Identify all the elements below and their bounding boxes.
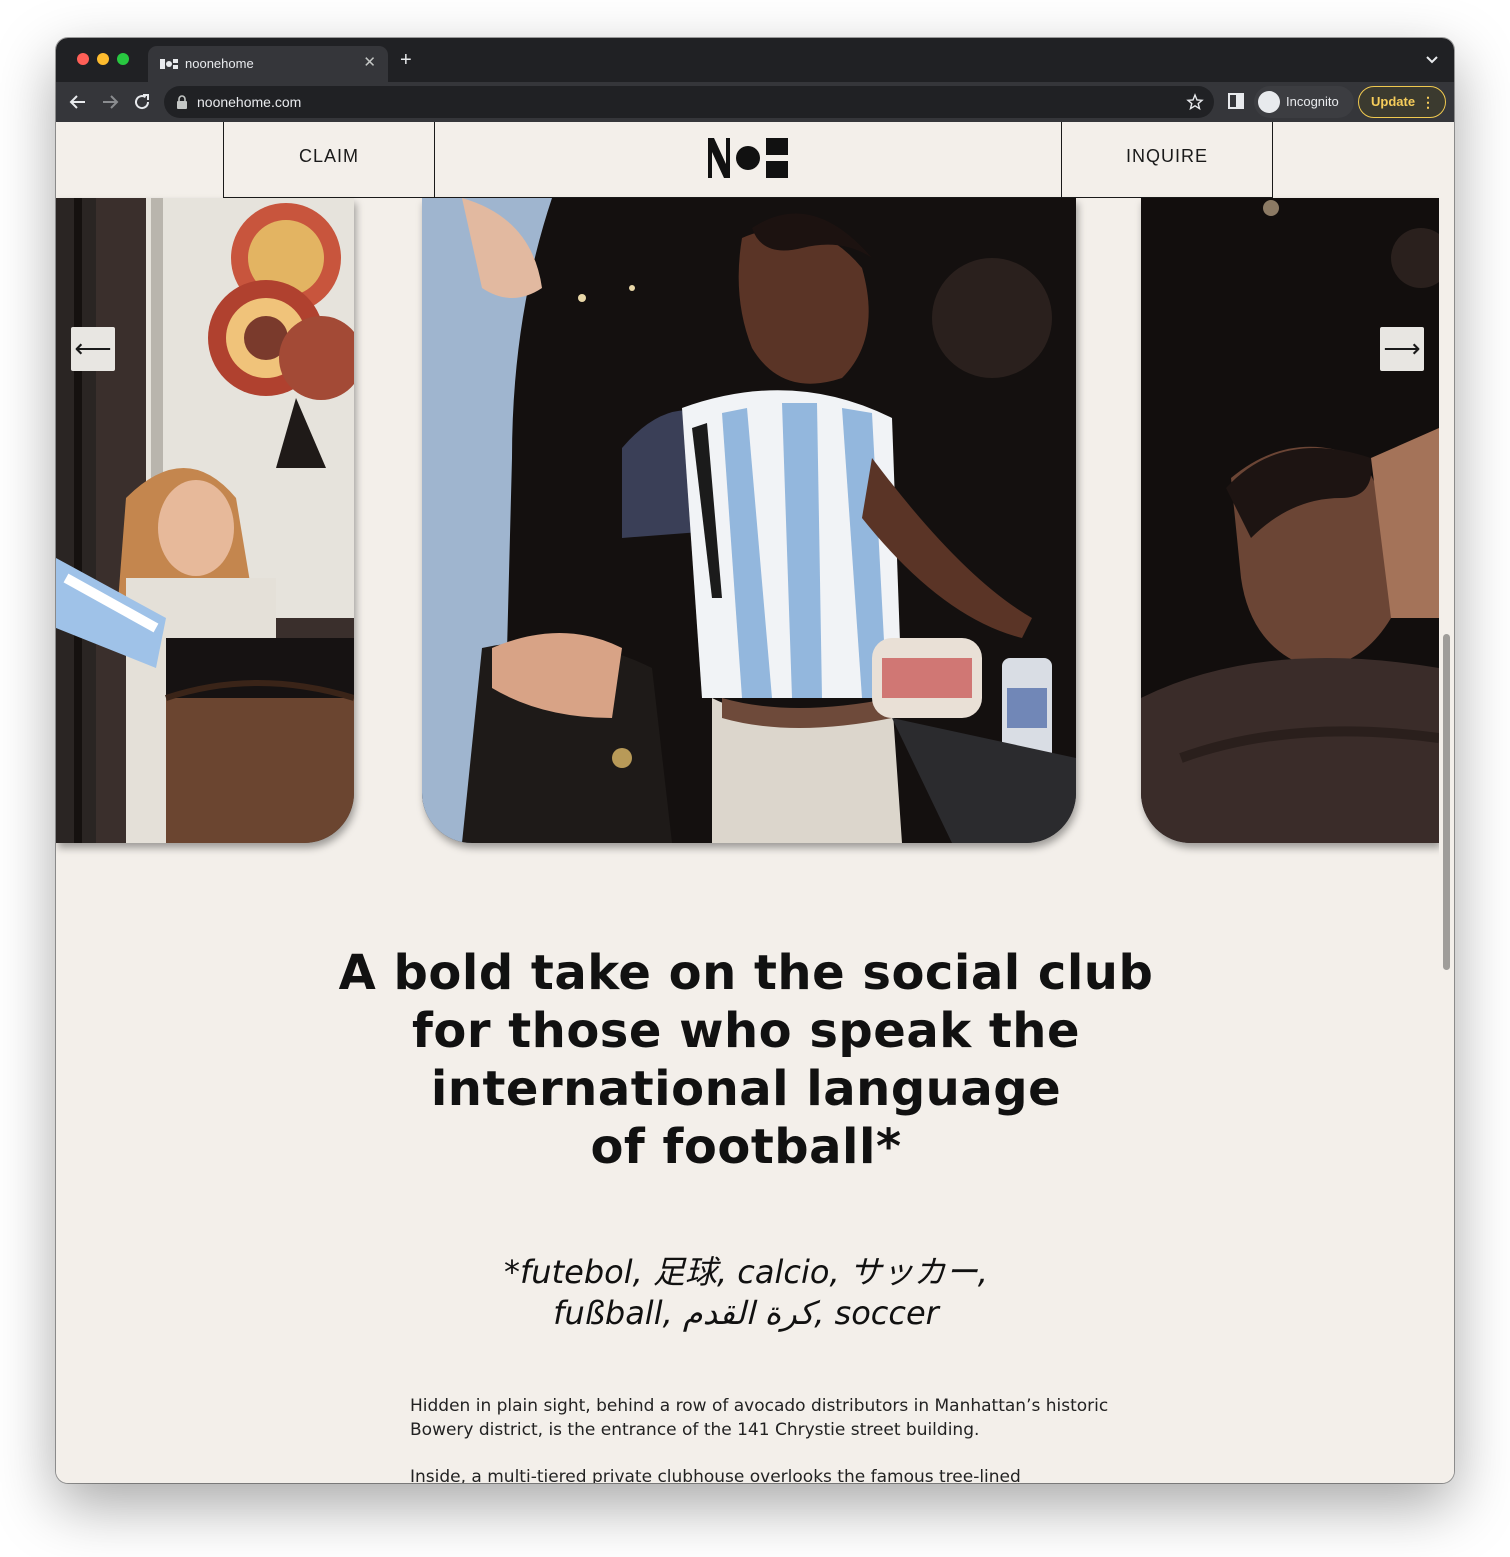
photo-laughing-woman — [56, 198, 354, 843]
body-paragraph: Hidden in plain sight, behind a row of a… — [410, 1396, 1109, 1440]
page-scrollbar[interactable] — [1439, 122, 1454, 1483]
more-menu-icon[interactable]: ⋮ — [1421, 94, 1435, 110]
headline-line: international language — [430, 1061, 1062, 1117]
nav-claim-label[interactable]: CLAIM — [224, 146, 434, 167]
carousel-prev-button[interactable]: ⟵ — [71, 327, 115, 371]
url-text[interactable]: noonehome.com — [197, 94, 301, 110]
tab-search-chevron-icon[interactable] — [1424, 51, 1440, 67]
headline-line: for those who speak the — [411, 1003, 1081, 1059]
browser-tab-active[interactable]: noonehome ✕ — [148, 46, 388, 82]
nav-inquire[interactable]: INQUIRE — [1061, 122, 1273, 198]
body-paragraph: Inside, a multi-tiered private clubhouse… — [410, 1467, 1021, 1483]
site-header: CLAIM INQUIRE — [56, 122, 1439, 198]
side-panel-icon[interactable] — [1228, 93, 1244, 109]
browser-toolbar: noonehome.com Incognito Update ⋮ — [56, 82, 1454, 122]
site-favicon-icon — [160, 59, 178, 69]
carousel-slide-previous[interactable] — [56, 198, 354, 843]
noonehome-logo[interactable] — [708, 138, 788, 178]
back-arrow-icon[interactable] — [66, 90, 90, 114]
address-bar[interactable]: noonehome.com — [164, 86, 1214, 118]
bookmark-star-icon[interactable] — [1186, 93, 1204, 111]
forward-arrow-icon[interactable] — [98, 90, 122, 114]
photo-man-from-behind — [1141, 198, 1439, 843]
headline-line: A bold take on the social club — [338, 945, 1154, 1001]
photo-jersey-woman — [422, 198, 1076, 843]
maximize-window-button[interactable] — [117, 53, 129, 65]
incognito-profile-button[interactable]: Incognito — [1254, 86, 1354, 118]
close-window-button[interactable] — [77, 53, 89, 65]
browser-window: noonehome ✕ + noonehome.com Incognito Up… — [56, 38, 1454, 1483]
football-translations: *futebol, 足球, calcio, サッカー, fußball, كرة… — [396, 1252, 1096, 1334]
incognito-icon — [1258, 91, 1280, 113]
update-button[interactable]: Update ⋮ — [1358, 86, 1446, 118]
carousel-next-button[interactable]: ⟶ — [1380, 327, 1424, 371]
photo-carousel: ⟵ ⟶ — [56, 198, 1439, 848]
web-page: CLAIM INQUIRE ⟵ ⟶ A bold take on the soc… — [56, 122, 1439, 1483]
intro-body-copy: Hidden in plain sight, behind a row of a… — [410, 1394, 1110, 1483]
footnote-line: fußball, كرة القدم, soccer — [553, 1294, 939, 1332]
scrollbar-thumb[interactable] — [1443, 634, 1450, 970]
reload-icon[interactable] — [130, 90, 154, 114]
tab-close-icon[interactable]: ✕ — [363, 54, 376, 72]
lock-icon[interactable] — [176, 95, 188, 109]
logo-cell — [434, 122, 1062, 198]
minimize-window-button[interactable] — [97, 53, 109, 65]
nav-inquire-label[interactable]: INQUIRE — [1062, 146, 1272, 167]
browser-titlebar: noonehome ✕ + — [56, 38, 1454, 82]
headline-line: of football* — [590, 1119, 902, 1175]
hero-headline: A bold take on the social club for those… — [296, 944, 1196, 1176]
new-tab-button[interactable]: + — [400, 50, 412, 70]
carousel-slide-next[interactable] — [1141, 198, 1439, 843]
incognito-label: Incognito — [1286, 94, 1339, 109]
footnote-line: *futebol, 足球, calcio, サッカー, — [504, 1253, 988, 1291]
carousel-slide-current[interactable] — [422, 198, 1076, 843]
nav-claim[interactable]: CLAIM — [223, 122, 435, 198]
update-label: Update — [1371, 94, 1416, 109]
tab-title: noonehome — [185, 56, 254, 71]
